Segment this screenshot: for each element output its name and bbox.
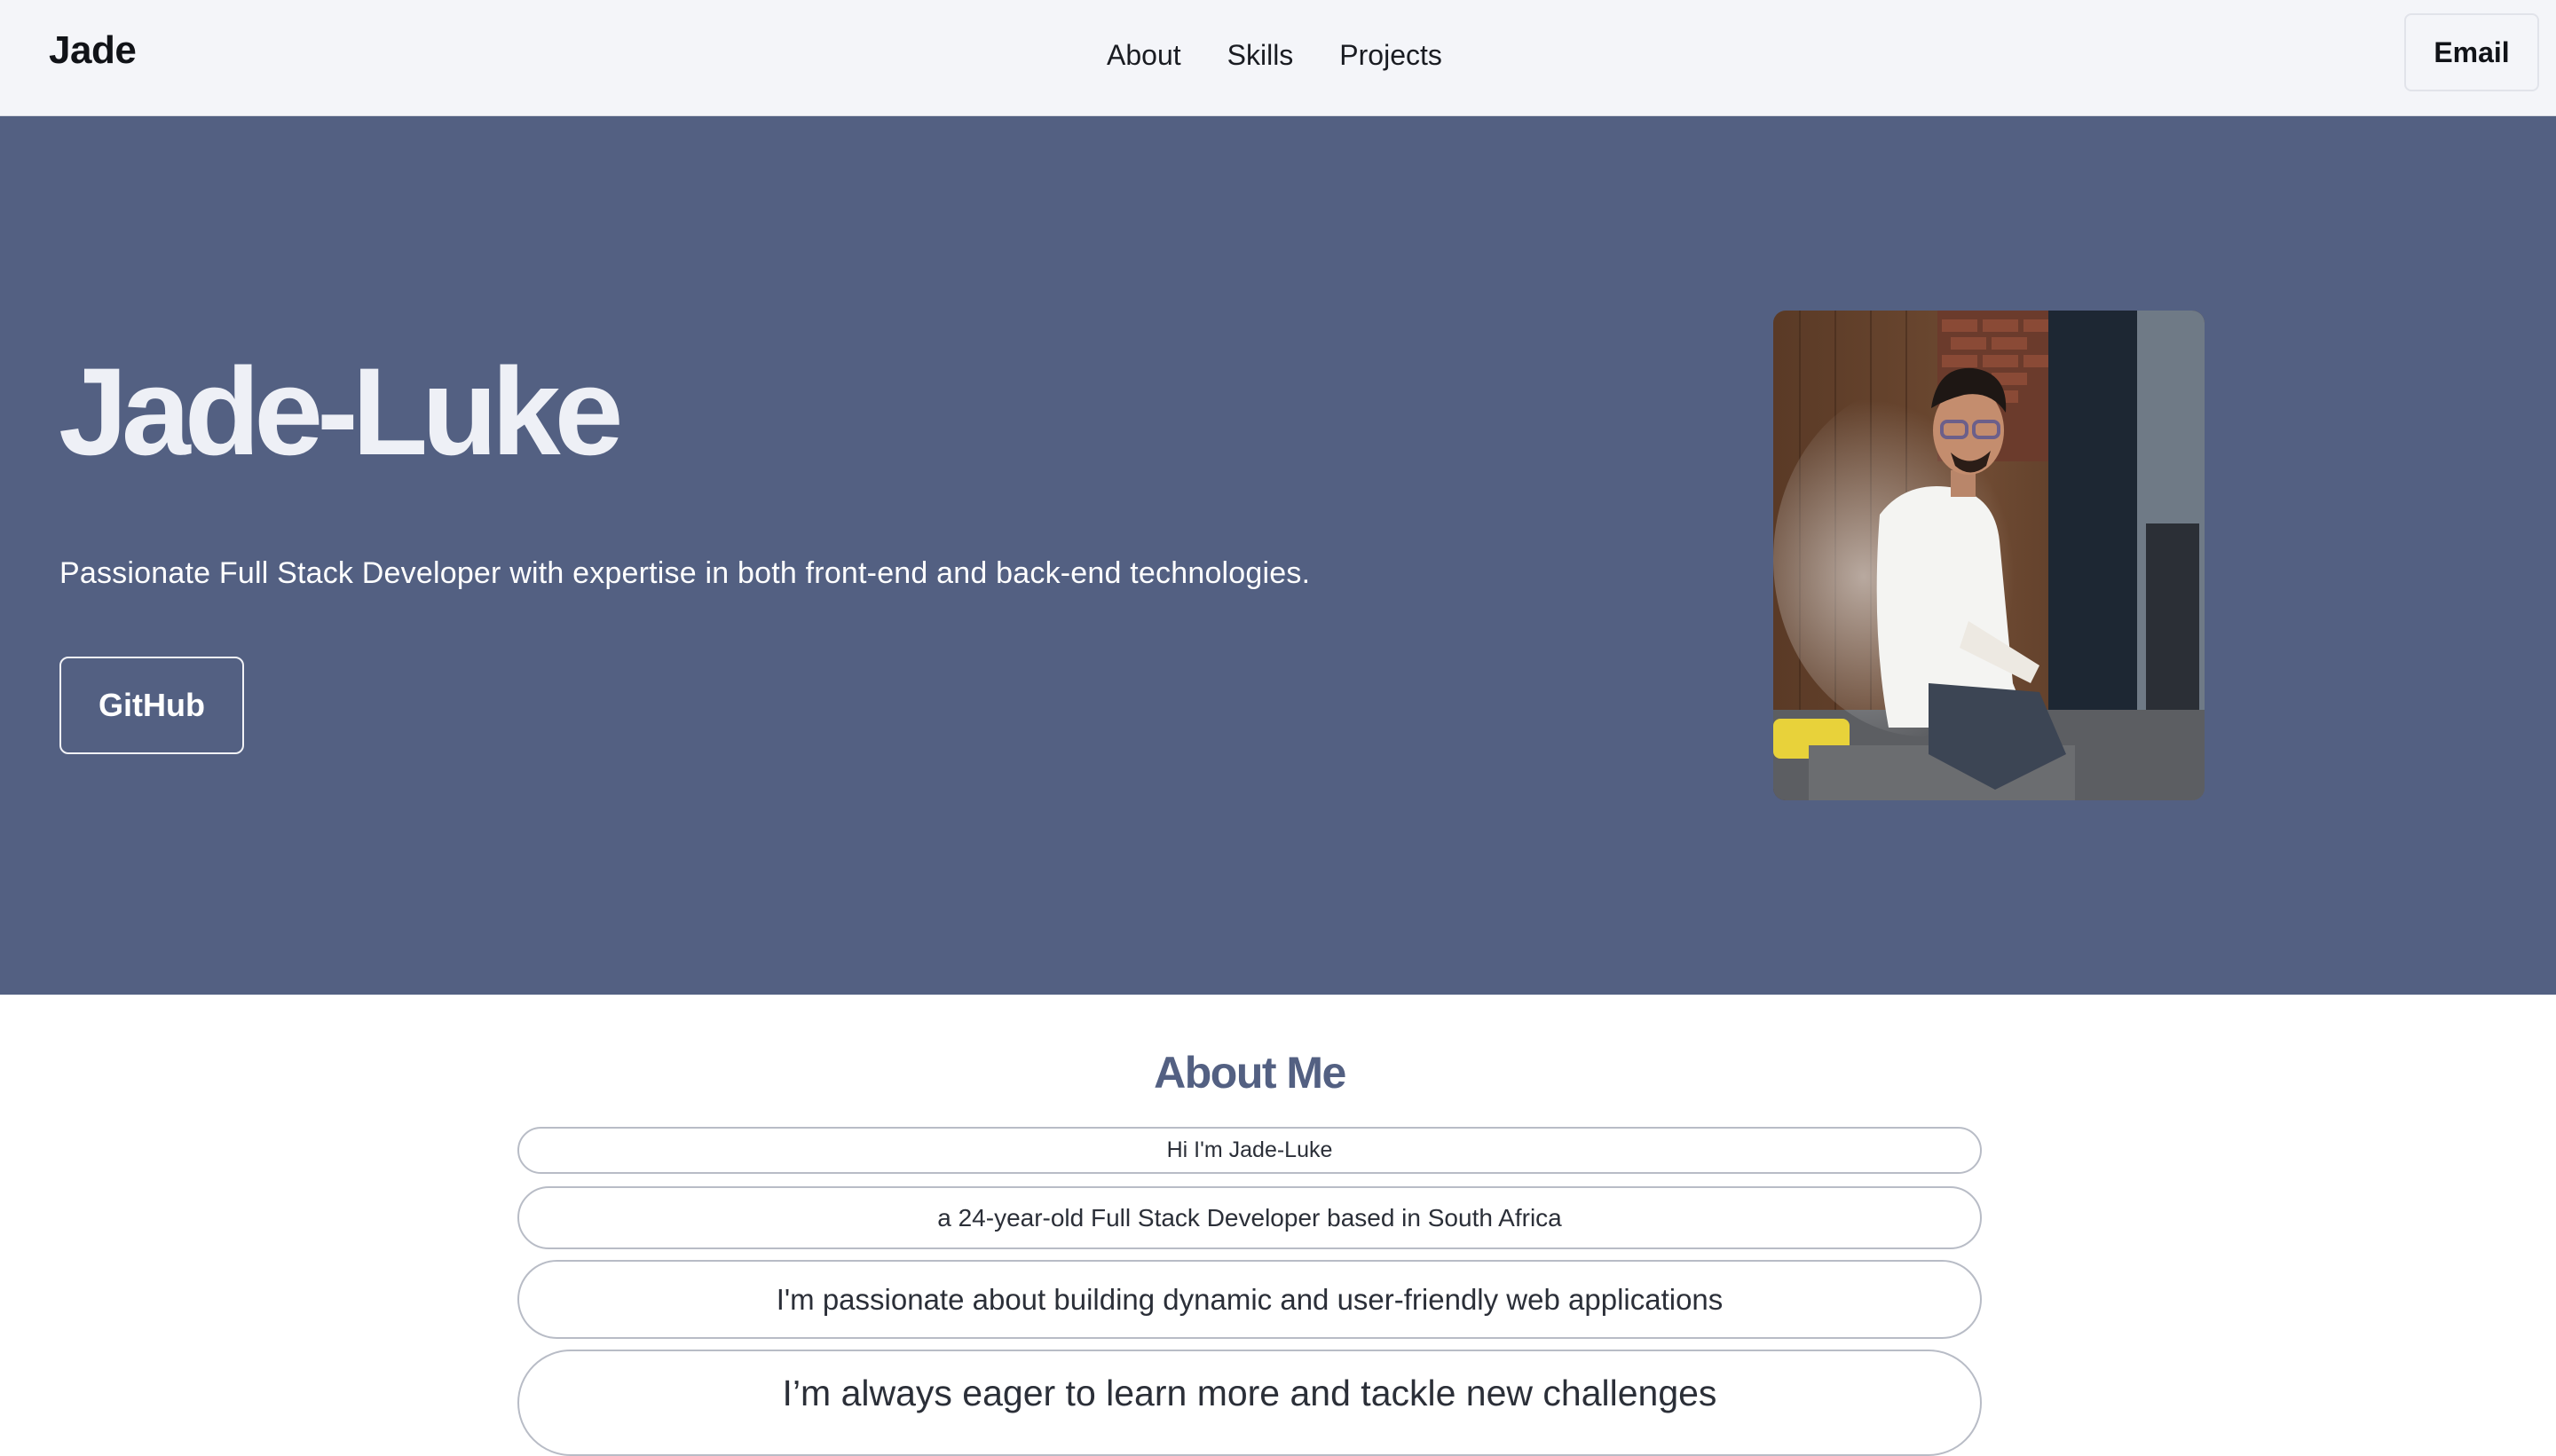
navbar: Jade About Skills Projects Email	[0, 0, 2556, 116]
email-button[interactable]: Email	[2404, 13, 2539, 91]
brand-logo[interactable]: Jade	[49, 28, 137, 73]
about-title: About Me	[1154, 1048, 1346, 1098]
about-line-learning: I’m always eager to learn more and tackl…	[517, 1350, 1982, 1456]
hero-section: Jade-Luke Passionate Full Stack Develope…	[0, 116, 2556, 995]
github-button[interactable]: GitHub	[59, 657, 244, 754]
profile-photo	[1773, 311, 2205, 800]
nav-links: About Skills Projects	[1107, 39, 1442, 72]
about-line-intro: Hi I'm Jade-Luke	[517, 1127, 1982, 1174]
nav-link-skills[interactable]: Skills	[1227, 39, 1294, 72]
hero-subtitle: Passionate Full Stack Developer with exp…	[59, 556, 1311, 590]
nav-link-projects[interactable]: Projects	[1339, 39, 1442, 72]
nav-link-about[interactable]: About	[1107, 39, 1181, 72]
about-line-passion: I'm passionate about building dynamic an…	[517, 1260, 1982, 1339]
hero-title: Jade-Luke	[59, 342, 623, 481]
about-line-age-location: a 24-year-old Full Stack Developer based…	[517, 1186, 1982, 1249]
